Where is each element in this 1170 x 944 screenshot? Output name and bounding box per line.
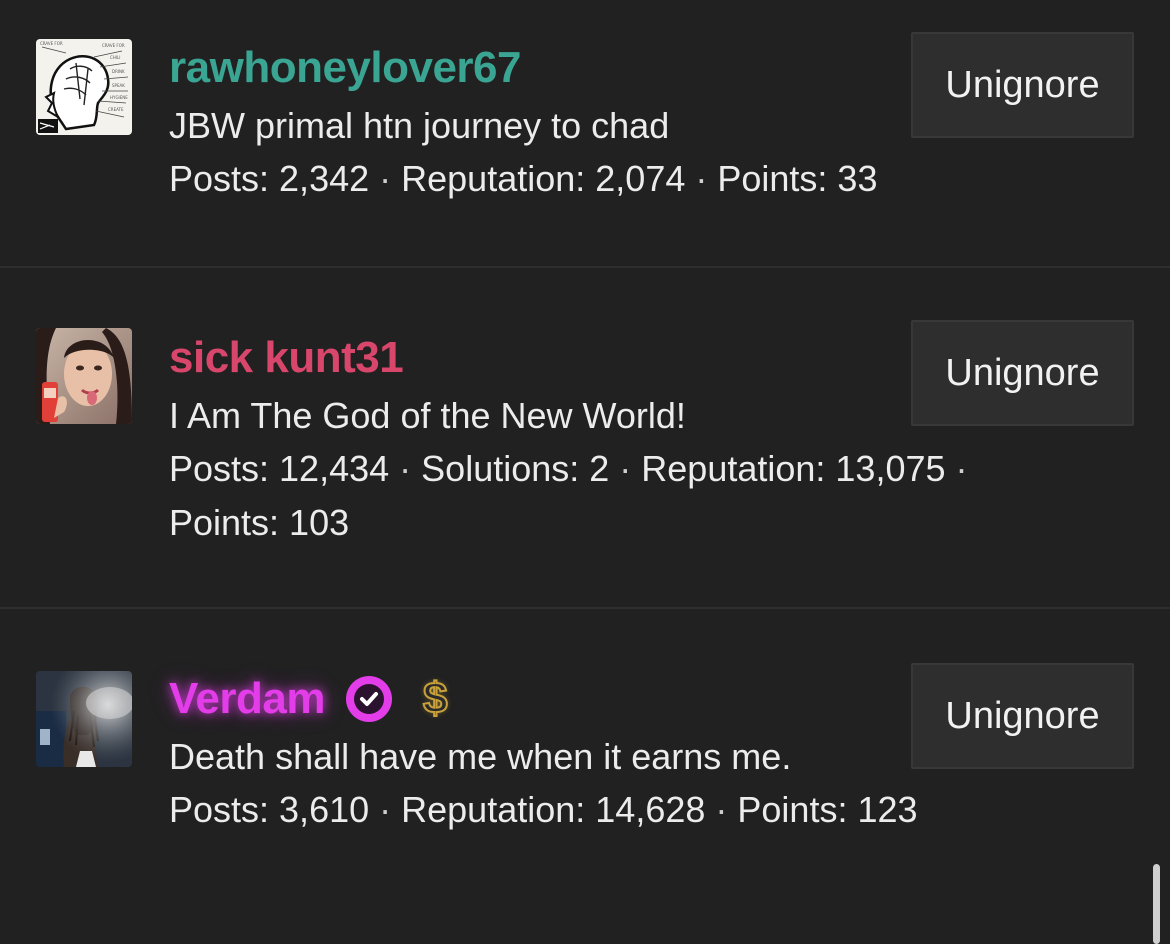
stat-posts: Posts: 3,610 xyxy=(169,789,370,830)
svg-text:DRINK: DRINK xyxy=(112,69,125,74)
stat-reputation: Reputation: 2,074 xyxy=(401,158,686,199)
separator: · xyxy=(619,448,632,489)
dollar-icon: $ xyxy=(422,674,449,724)
username-link[interactable]: rawhoneylover67 xyxy=(169,36,522,100)
stat-points: Points: 33 xyxy=(717,158,878,199)
stat-points: Points: 123 xyxy=(737,789,918,830)
ignored-user-row: sick kunt31 I Am The God of the New Worl… xyxy=(0,268,1170,609)
ignored-users-list: CRAVE FOR CRAVE FOR CHILI DRINK SPEAK HY… xyxy=(0,0,1170,939)
unignore-button[interactable]: Unignore xyxy=(911,663,1134,769)
ignored-user-row: Verdam $ Death shall have me when it ear… xyxy=(0,609,1170,939)
avatar[interactable] xyxy=(36,328,132,424)
username-link[interactable]: Verdam xyxy=(169,667,325,731)
unignore-button[interactable]: Unignore xyxy=(911,320,1134,426)
stat-posts: Posts: 2,342 xyxy=(169,158,370,199)
svg-text:CRAVE FOR: CRAVE FOR xyxy=(102,43,125,48)
separator: · xyxy=(379,789,392,830)
user-stats: Posts: 3,610 · Reputation: 14,628 · Points: … xyxy=(169,783,1049,837)
username-link[interactable]: sick kunt31 xyxy=(169,326,404,390)
stat-solutions: Solutions: 2 xyxy=(421,448,610,489)
separator: · xyxy=(715,789,728,830)
stat-reputation: Reputation: 13,075 xyxy=(641,448,946,489)
verified-check-icon xyxy=(345,675,393,723)
svg-text:HYGIENE: HYGIENE xyxy=(110,95,128,100)
user-stats: Posts: 2,342 · Reputation: 2,074 · Points: 3… xyxy=(169,152,1049,206)
svg-text:CRAVE FOR: CRAVE FOR xyxy=(40,41,63,46)
stat-points: Points: 103 xyxy=(169,502,350,543)
stat-reputation: Reputation: 14,628 xyxy=(401,789,706,830)
separator: · xyxy=(379,158,392,199)
smoke-photo-avatar-icon xyxy=(36,671,132,767)
separator: · xyxy=(955,448,968,489)
svg-text:SPEAK: SPEAK xyxy=(112,83,125,88)
stat-posts: Posts: 12,434 xyxy=(169,448,390,489)
user-stats: Posts: 12,434 · Solutions: 2 · Reputation: 1… xyxy=(169,442,1049,550)
unignore-button[interactable]: Unignore xyxy=(911,32,1134,138)
scrollbar-thumb[interactable] xyxy=(1153,864,1160,944)
ignored-user-row: CRAVE FOR CRAVE FOR CHILI DRINK SPEAK HY… xyxy=(0,0,1170,268)
avatar[interactable]: CRAVE FOR CRAVE FOR CHILI DRINK SPEAK HY… xyxy=(36,39,132,135)
separator: · xyxy=(399,448,412,489)
portrait-avatar-icon xyxy=(36,328,132,424)
avatar[interactable] xyxy=(36,671,132,767)
svg-text:CREATE: CREATE xyxy=(108,107,124,112)
separator: · xyxy=(695,158,708,199)
svg-text:CHILI: CHILI xyxy=(110,55,120,60)
brain-diagram-avatar-icon: CRAVE FOR CRAVE FOR CHILI DRINK SPEAK HY… xyxy=(36,39,132,135)
